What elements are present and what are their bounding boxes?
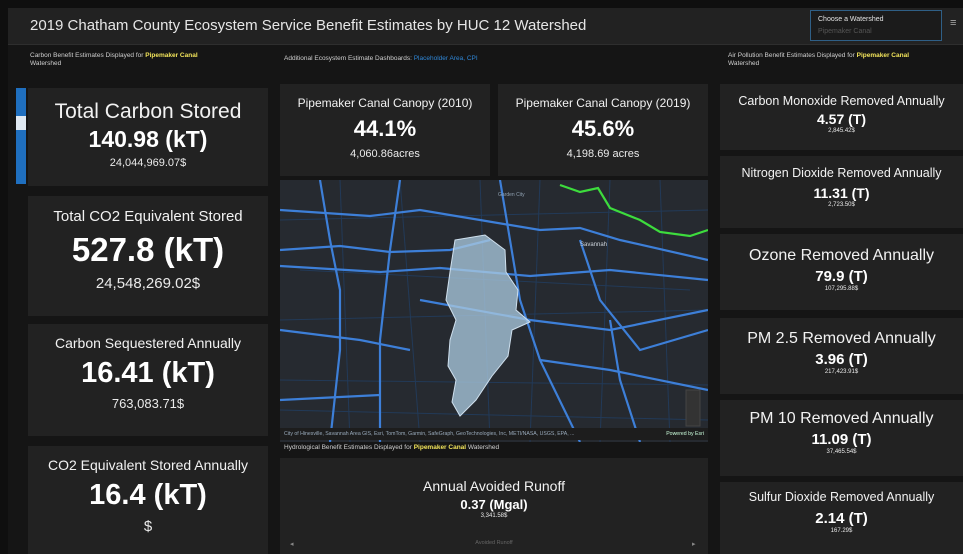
- card-value: 44.1%: [353, 116, 417, 141]
- sulfur-dioxide-card: Sulfur Dioxide Removed Annually 2.14 (T)…: [720, 482, 963, 554]
- card-title: PM 10 Removed Annually: [749, 410, 934, 427]
- card-title: Sulfur Dioxide Removed Annually: [748, 490, 935, 504]
- carbon-sequestered-card: Carbon Sequestered Annually 16.41 (kT) 7…: [28, 324, 268, 436]
- additional-dashboards-link[interactable]: Placeholder Area, CPI: [414, 55, 478, 62]
- carbon-heading-prefix: Carbon Benefit Estimates Displayed for: [30, 52, 146, 59]
- card-title: Carbon Sequestered Annually: [54, 335, 242, 351]
- map-zoom-control[interactable]: [685, 389, 701, 427]
- ozone-card: Ozone Removed Annually 79.9 (T) 107,295.…: [720, 234, 963, 310]
- card-title: Ozone Removed Annually: [749, 247, 934, 264]
- card-title: Pipemaker Canal Canopy (2010): [297, 96, 473, 110]
- card-title: Total Carbon Stored: [54, 100, 242, 123]
- card-value: 16.41 (kT): [81, 357, 215, 389]
- map-attribution: City of Hinesville, Savannah Area GIS, E…: [280, 428, 708, 440]
- card-sub: 217,423.91$: [824, 369, 859, 375]
- air-heading: Air Pollution Benefit Estimates Displaye…: [728, 52, 956, 68]
- card-sub: $: [143, 518, 153, 535]
- hydro-heading-watershed: Pipemaker Canal: [413, 444, 467, 451]
- hydro-heading-prefix: Hydrological Benefit Estimates Displayed…: [284, 444, 414, 451]
- card-sub: 4,198.69 acres: [566, 148, 640, 160]
- carbon-heading: Carbon Benefit Estimates Displayed for P…: [30, 52, 250, 68]
- card-sub: 24,044,969.07$: [109, 157, 187, 169]
- card-sub: 167.29$: [830, 528, 853, 534]
- card-value: 0.37 (Mgal): [460, 497, 528, 512]
- card-title: PM 2.5 Removed Annually: [747, 330, 936, 347]
- watershed-selector[interactable]: Choose a Watershed Pipemaker Canal: [810, 10, 942, 41]
- carbon-heading-watershed: Pipemaker Canal: [145, 52, 198, 59]
- card-sub: 24,548,269.02$: [95, 275, 201, 292]
- selector-label: Choose a Watershed: [818, 16, 884, 23]
- card-sub: 763,083.71$: [111, 396, 185, 411]
- card-sub: 3,341.58$: [480, 513, 508, 519]
- card-value: 3.96 (T): [815, 351, 868, 368]
- card-title: CO2 Equivalent Stored Annually: [47, 457, 248, 473]
- additional-heading-prefix: Additional Ecosystem Estimate Dashboards…: [284, 55, 414, 62]
- card-value: 140.98 (kT): [88, 126, 208, 152]
- runoff-footer-label: Avoided Runoff: [475, 540, 513, 546]
- air-heading-watershed: Pipemaker Canal: [856, 52, 910, 59]
- map-canvas: Savannah Garden City: [280, 180, 708, 442]
- air-heading-prefix: Air Pollution Benefit Estimates Displaye…: [728, 52, 857, 59]
- card-title: Carbon Monoxide Removed Annually: [738, 94, 945, 108]
- card-title: Nitrogen Dioxide Removed Annually: [741, 166, 942, 180]
- powered-by-esri[interactable]: Powered by Esri: [666, 428, 704, 440]
- nitrogen-dioxide-card: Nitrogen Dioxide Removed Annually 11.31 …: [720, 156, 963, 228]
- card-value: 527.8 (kT): [71, 231, 225, 268]
- selector-placeholder: Pipemaker Canal: [818, 28, 872, 35]
- card-value: 2.14 (T): [815, 510, 868, 527]
- card-title: Pipemaker Canal Canopy (2019): [515, 96, 691, 110]
- co2-equivalent-card: Total CO2 Equivalent Stored 527.8 (kT) 2…: [28, 196, 268, 316]
- dashboard-title: 2019 Chatham County Ecosystem Service Be…: [30, 17, 587, 34]
- prev-arrow-icon[interactable]: ◂: [290, 540, 294, 548]
- pm10-card: PM 10 Removed Annually 11.09 (T) 37,465.…: [720, 400, 963, 476]
- carbon-monoxide-card: Carbon Monoxide Removed Annually 4.57 (T…: [720, 84, 963, 150]
- side-panel-tab[interactable]: [16, 88, 26, 184]
- canopy-2019-card: Pipemaker Canal Canopy (2019) 45.6% 4,19…: [498, 84, 708, 176]
- card-sub: 37,465.54$: [826, 449, 857, 455]
- map-attribution-text: City of Hinesville, Savannah Area GIS, E…: [284, 431, 575, 437]
- avoided-runoff-card: Annual Avoided Runoff 0.37 (Mgal) 3,341.…: [280, 458, 708, 554]
- card-value: 79.9 (T): [815, 268, 868, 285]
- menu-icon[interactable]: ≡: [950, 18, 959, 29]
- next-arrow-icon[interactable]: ▸: [692, 540, 696, 548]
- card-value: 4.57 (T): [816, 111, 866, 127]
- map-label: Savannah: [580, 242, 607, 248]
- card-value: 11.31 (T): [813, 185, 870, 201]
- card-value: 45.6%: [571, 116, 635, 141]
- watershed-map[interactable]: Savannah Garden City: [280, 180, 708, 442]
- card-value: 16.4 (kT): [89, 479, 207, 511]
- total-carbon-card: Total Carbon Stored 140.98 (kT) 24,044,9…: [28, 88, 268, 186]
- additional-dashboards-heading: Additional Ecosystem Estimate Dashboards…: [284, 55, 704, 63]
- carbon-heading-suffix: Watershed: [30, 60, 62, 67]
- canopy-2010-card: Pipemaker Canal Canopy (2010) 44.1% 4,06…: [280, 84, 490, 176]
- card-sub: 2,845.42$: [828, 128, 855, 134]
- pm25-card: PM 2.5 Removed Annually 3.96 (T) 217,423…: [720, 318, 963, 394]
- map-label: Garden City: [498, 192, 525, 198]
- card-sub: 2,723.50$: [828, 202, 855, 208]
- hydro-heading-suffix: Watershed: [466, 444, 500, 451]
- card-sub: 107,295.88$: [824, 286, 859, 292]
- card-title: Total CO2 Equivalent Stored: [53, 208, 243, 225]
- card-value: 11.09 (T): [811, 431, 872, 448]
- air-heading-suffix: Watershed: [728, 60, 760, 67]
- card-sub: 4,060.86acres: [350, 148, 420, 160]
- hydro-heading: Hydrological Benefit Estimates Displayed…: [284, 444, 499, 451]
- card-title: Annual Avoided Runoff: [423, 478, 565, 494]
- co2-stored-annually-card: CO2 Equivalent Stored Annually 16.4 (kT)…: [28, 446, 268, 554]
- side-panel-tab-marker: [16, 116, 26, 130]
